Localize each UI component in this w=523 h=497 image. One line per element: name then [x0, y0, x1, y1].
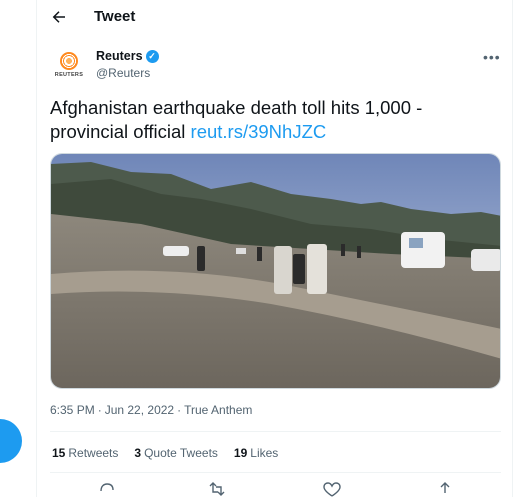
author-name[interactable]: Reuters	[96, 49, 143, 63]
video-frame-image	[51, 154, 500, 388]
reply-icon[interactable]	[97, 482, 117, 497]
stat-label: Quote Tweets	[144, 446, 218, 460]
stat-likes[interactable]: 19 Likes	[234, 446, 278, 460]
tweet-meta: 6:35 PM · Jun 22, 2022 · True Anthem	[50, 403, 252, 417]
divider	[50, 472, 501, 473]
reuters-logo-icon	[60, 52, 78, 70]
avatar[interactable]: REUTERS	[51, 47, 87, 83]
author-handle[interactable]: @Reuters	[96, 66, 150, 80]
tweet-link[interactable]: reut.rs/39NhJZC	[191, 121, 327, 142]
tweet-source[interactable]: True Anthem	[184, 403, 252, 417]
stat-count: 15	[52, 446, 66, 460]
tweet-actions	[37, 482, 513, 497]
divider	[50, 431, 501, 432]
meta-separator: ·	[177, 403, 182, 417]
like-icon[interactable]	[322, 482, 342, 497]
author-name-row: Reuters ✓	[96, 49, 159, 63]
tweet-author: REUTERS Reuters ✓ @Reuters •••	[37, 45, 513, 85]
meta-separator: ·	[97, 403, 102, 417]
stat-count: 3	[134, 446, 142, 460]
tweet-body: Afghanistan earthquake death toll hits 1…	[50, 96, 505, 144]
tweet-media-video[interactable]	[50, 153, 501, 389]
right-panel-edge	[513, 0, 523, 497]
stat-label: Retweets	[68, 446, 119, 460]
left-navigation-rail	[0, 0, 37, 497]
stat-label: Likes	[250, 446, 279, 460]
tweet-date[interactable]: Jun 22, 2022	[105, 403, 174, 417]
page-title: Tweet	[94, 8, 136, 25]
verified-icon: ✓	[145, 49, 159, 63]
share-icon[interactable]	[435, 482, 455, 497]
stat-count: 19	[233, 446, 248, 460]
back-arrow-icon[interactable]	[49, 7, 69, 27]
tweet-stats: 15 Retweets 3 Quote Tweets 19 Likes	[52, 446, 278, 460]
stat-retweets[interactable]: 15 Retweets	[52, 446, 118, 460]
more-icon[interactable]: •••	[483, 49, 501, 65]
tweet-column: Tweet REUTERS Reuters ✓ @Reuters ••• Afg…	[37, 0, 513, 497]
avatar-logo-text: REUTERS	[54, 72, 84, 78]
tweet-time[interactable]: 6:35 PM	[50, 403, 95, 417]
retweet-icon[interactable]	[207, 482, 227, 497]
compose-tweet-button[interactable]	[0, 419, 22, 463]
page-header: Tweet	[37, 0, 513, 34]
stat-quote-tweets[interactable]: 3 Quote Tweets	[134, 446, 218, 460]
